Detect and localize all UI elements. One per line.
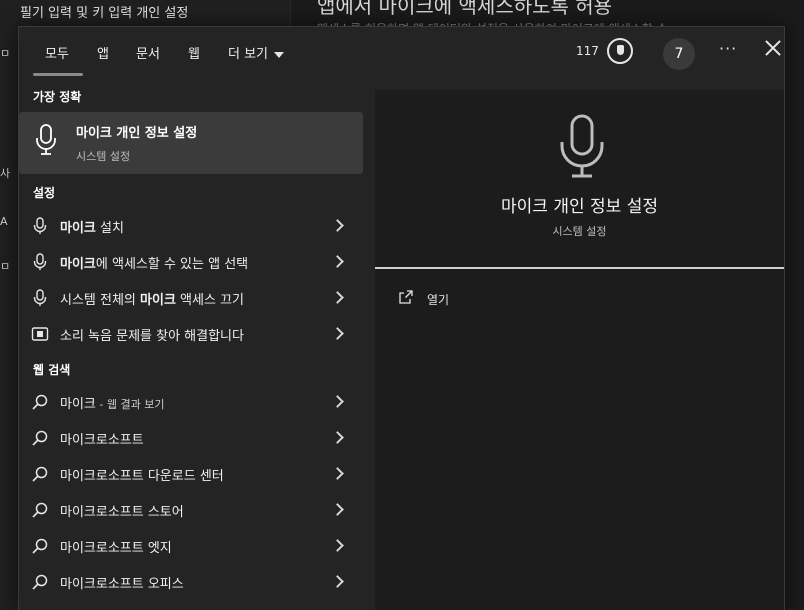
best-match-item[interactable]: 마이크 개인 정보 설정 시스템 설정 <box>19 112 363 174</box>
web-result-item[interactable]: 마이크로소프트 다운로드 센터 <box>19 456 363 492</box>
chevron-right-icon <box>331 431 344 444</box>
result-item-mic-setup[interactable]: 마이크 설치 <box>19 208 363 244</box>
chevron-right-icon <box>331 575 344 588</box>
search-icon <box>32 466 48 482</box>
web-search-heading: 웹 검색 <box>33 363 71 377</box>
tab-apps[interactable]: 앱 <box>97 43 109 62</box>
tab-more-label: 더 보기 <box>228 47 269 62</box>
microphone-icon <box>33 289 47 306</box>
microphone-icon <box>36 124 56 155</box>
microphone-icon <box>560 114 604 178</box>
tab-more[interactable]: 더 보기 <box>228 43 285 62</box>
search-flyout: 모두 앱 문서 웹 더 보기 117 7 ··· 가장 정확 마이크 개인 정보… <box>18 26 785 610</box>
microphone-icon <box>33 253 47 270</box>
close-icon[interactable] <box>762 37 784 59</box>
web-result-label: 마이크로소프트 <box>60 433 144 448</box>
sidebar-edge-glyph: ㅁ <box>0 260 11 273</box>
best-match-title: 마이크 개인 정보 설정 <box>76 126 198 141</box>
web-result-item[interactable]: 마이크로소프트 스토어 <box>19 492 363 528</box>
web-result-label: 마이크 - 웹 결과 보기 <box>60 397 165 412</box>
result-item-mic-app-access[interactable]: 마이크에 액세스할 수 있는 앱 선택 <box>19 244 363 280</box>
chevron-right-icon <box>331 395 344 408</box>
result-label: 마이크 설치 <box>60 221 124 236</box>
sidebar-edge-glyph: ㅁ <box>0 47 11 60</box>
web-result-item[interactable]: 마이크로소프트 오피스 <box>19 564 363 600</box>
divider <box>375 267 784 269</box>
result-label: 마이크에 액세스할 수 있는 앱 선택 <box>60 257 249 272</box>
best-match-heading: 가장 정확 <box>33 90 82 104</box>
sidebar-item-pen-input[interactable]: 필기 입력 및 키 입력 개인 설정 <box>20 2 188 21</box>
result-label: 시스템 전체의 마이크 액세스 끄기 <box>60 293 244 308</box>
search-icon <box>32 394 48 410</box>
avatar[interactable]: 7 <box>663 38 695 70</box>
web-result-item[interactable]: 마이크 - 웹 결과 보기 <box>19 384 363 420</box>
tab-all[interactable]: 모두 <box>45 43 69 62</box>
chevron-right-icon <box>331 291 344 304</box>
microphone-icon <box>33 217 47 234</box>
result-item-troubleshoot-recording[interactable]: 소리 녹음 문제를 찾아 해결합니다 <box>19 316 363 352</box>
active-tab-indicator <box>33 73 83 76</box>
open-label: 열기 <box>427 293 450 307</box>
best-match-subtitle: 시스템 설정 <box>76 150 131 163</box>
chevron-right-icon <box>331 539 344 552</box>
preview-pane: 마이크 개인 정보 설정 시스템 설정 열기 <box>375 90 784 610</box>
web-result-label: 마이크로소프트 오피스 <box>60 577 184 592</box>
rewards-points: 117 <box>576 44 599 58</box>
chevron-right-icon <box>331 467 344 480</box>
web-result-item[interactable]: 마이크로소프트 엣지 <box>19 528 363 564</box>
chevron-right-icon <box>331 255 344 268</box>
search-icon <box>32 430 48 446</box>
preview-title: 마이크 개인 정보 설정 <box>501 197 658 217</box>
web-result-label: 마이크로소프트 다운로드 센터 <box>60 469 224 484</box>
sidebar-edge-glyph: A <box>0 215 8 228</box>
tab-web[interactable]: 웹 <box>188 43 200 62</box>
settings-heading: 앱에서 마이크에 액세스하도록 허용 <box>317 0 613 18</box>
more-options-button[interactable]: ··· <box>719 39 737 58</box>
rewards-medal-icon[interactable] <box>607 38 633 64</box>
settings-section-heading: 설정 <box>33 186 56 200</box>
sidebar-edge-glyph: 사 <box>0 167 11 180</box>
web-result-label: 마이크로소프트 스토어 <box>60 505 184 520</box>
preview-subtitle: 시스템 설정 <box>552 225 607 238</box>
result-item-mic-system-off[interactable]: 시스템 전체의 마이크 액세스 끄기 <box>19 280 363 316</box>
open-external-icon <box>399 290 413 304</box>
caret-down-icon <box>274 51 285 58</box>
result-label: 소리 녹음 문제를 찾아 해결합니다 <box>60 329 244 344</box>
search-icon <box>32 538 48 554</box>
troubleshoot-icon <box>31 327 49 341</box>
chevron-right-icon <box>331 219 344 232</box>
tab-documents[interactable]: 문서 <box>136 43 160 62</box>
web-result-label: 마이크로소프트 엣지 <box>60 541 172 556</box>
chevron-right-icon <box>331 327 344 340</box>
search-icon <box>32 502 48 518</box>
chevron-right-icon <box>331 503 344 516</box>
web-result-item[interactable]: 마이크로소프트 <box>19 420 363 456</box>
search-topbar: 모두 앱 문서 웹 더 보기 117 7 ··· <box>19 27 784 79</box>
search-icon <box>32 574 48 590</box>
